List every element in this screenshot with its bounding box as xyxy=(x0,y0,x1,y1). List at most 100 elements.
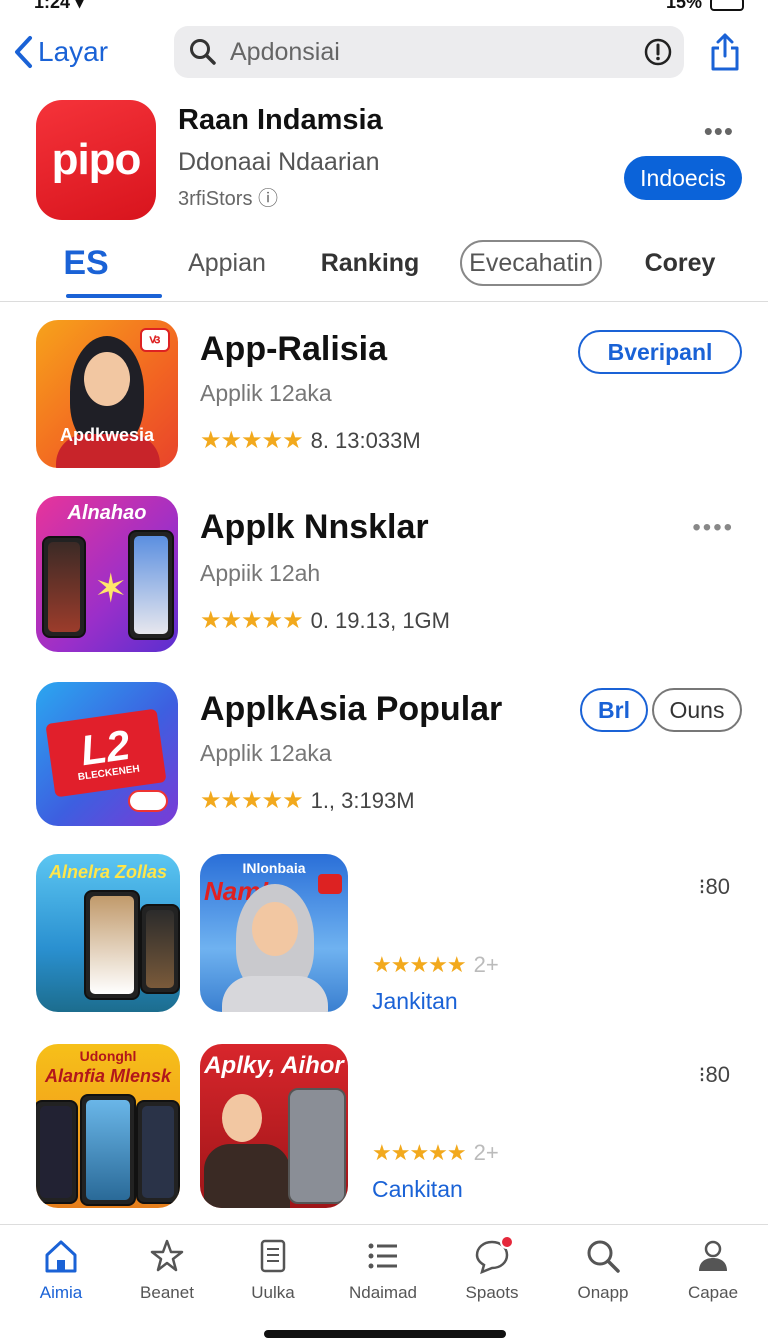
app-link[interactable]: Jankitan xyxy=(372,988,458,1015)
rating-stars: ★★★★★ xyxy=(372,1140,467,1165)
search-icon xyxy=(587,1240,620,1273)
more-options-icon[interactable]: •••• xyxy=(692,514,734,542)
logo-badge-icon xyxy=(128,790,168,812)
tabbar-label: Beanet xyxy=(140,1283,194,1302)
grid-row: Udonghl Alanfia Mlensk Aplky, Aihor ★★★★… xyxy=(0,1040,768,1212)
tabbar-label: Ndaimad xyxy=(348,1283,418,1302)
bottom-tab-bar: Aimia Beanet Uulka Ndaimad Spaots Onapp … xyxy=(0,1224,768,1344)
app-name: Applk Nnsklar xyxy=(200,508,429,546)
app-icon-text: L2 xyxy=(77,720,133,774)
app-meta: 0. 19.13, 1GM xyxy=(310,607,450,633)
active-tab-indicator xyxy=(66,294,162,298)
app-icon-text: Alnahao xyxy=(67,502,147,524)
tabbar-item-spaots[interactable]: Spaots xyxy=(442,1235,542,1303)
app-link[interactable]: Cankitan xyxy=(372,1176,463,1203)
search-icon xyxy=(190,39,216,65)
app-subtitle: Applik 12aka xyxy=(200,380,332,406)
tabbar-label: Onapp xyxy=(577,1283,629,1302)
info-icon: ⓘ xyxy=(258,188,279,210)
app-icon[interactable]: ꟃ Apdkwesia xyxy=(36,320,178,468)
app-icon[interactable]: Alnahao ✶ xyxy=(36,496,178,652)
chevron-left-icon xyxy=(15,36,32,68)
document-icon xyxy=(260,1239,286,1273)
app-rating: ★★★★★ 8. 13:033M xyxy=(200,426,421,455)
app-icon-text: Aplky, Aihor xyxy=(204,1052,344,1079)
rating-stars: ★★★★★ xyxy=(372,952,467,977)
app-name: ApplkAsia Popular xyxy=(200,690,503,728)
store-label: 3rfiStors xyxy=(178,188,253,210)
sparkle-icon: ✶ xyxy=(94,567,128,611)
speech-bubble-icon: ꟃ xyxy=(140,328,170,352)
more-options-icon[interactable]: ••• xyxy=(704,116,734,147)
rating-stars: ★★★★★ xyxy=(200,427,304,454)
tab-corey[interactable]: Corey xyxy=(642,240,718,286)
list-item[interactable]: Alnahao ✶ Applk Nnsklar Appiik 12ah ★★★★… xyxy=(0,496,768,654)
app-icon[interactable]: L2 BLECKENEH xyxy=(36,682,178,826)
app-rating: ★★★★★ 1., 3:193M xyxy=(200,786,415,815)
app-rating: ★★★★★ 2+ xyxy=(372,952,499,978)
list-item[interactable]: L2 BLECKENEH ApplkAsia Popular Applik 12… xyxy=(0,680,768,828)
app-icon[interactable]: Alnelra Zollas xyxy=(36,854,180,1012)
tabbar-label: Aimia xyxy=(39,1283,83,1302)
app-icon-text-2: Alanfia Mlensk xyxy=(44,1066,172,1086)
back-label: Layar xyxy=(38,36,109,67)
tab-appian[interactable]: Appian xyxy=(182,240,272,286)
star-badge-icon xyxy=(150,1239,184,1272)
app-icon[interactable]: Aplky, Aihor xyxy=(200,1044,348,1208)
get-button[interactable]: Bveripanl xyxy=(578,330,742,374)
header-app-store: 3rfiStors ⓘ xyxy=(178,182,278,211)
tabbar-item-capae[interactable]: Capae xyxy=(663,1237,763,1303)
battery-percent: 15% xyxy=(665,0,702,12)
tabbar-label: Capae xyxy=(687,1283,739,1302)
tabbar-item-uulka[interactable]: Uulka xyxy=(223,1237,323,1303)
rating-stars: ★★★★★ xyxy=(200,607,304,634)
status-time: 1:24 ▾ xyxy=(34,0,85,12)
app-meta: 1., 3:193M xyxy=(310,787,415,813)
status-bar: 1:24 ▾ 15% xyxy=(0,0,768,14)
list-item[interactable]: ꟃ Apdkwesia App-Ralisia Applik 12aka ★★★… xyxy=(0,318,768,474)
tabbar-item-home[interactable]: Aimia xyxy=(11,1237,111,1303)
tab-es[interactable]: ES xyxy=(62,240,110,286)
open-button[interactable]: Brl xyxy=(580,688,648,732)
phone-device-icon xyxy=(288,1088,346,1204)
app-name: App-Ralisia xyxy=(200,330,388,368)
home-indicator xyxy=(264,1330,506,1338)
share-icon[interactable] xyxy=(708,32,742,72)
battery-icon xyxy=(710,0,744,11)
rating-suffix: 2+ xyxy=(473,1140,499,1165)
app-subtitle: Applik 12aka xyxy=(200,740,332,766)
home-icon xyxy=(45,1240,77,1273)
rating-stars: ★★★★★ xyxy=(200,787,304,814)
rating-suffix: 2+ xyxy=(473,952,499,977)
grid-row: Alnelra Zollas INlonbaia Nam! ★★★★★ 2+ J… xyxy=(0,852,768,1018)
header-action-button[interactable]: Indoecis xyxy=(624,156,742,200)
search-input[interactable] xyxy=(230,37,610,67)
header-app-icon[interactable]: pipo xyxy=(36,100,156,220)
app-icon-text: Apdkwesia xyxy=(59,425,155,445)
tab-ranking[interactable]: Ranking xyxy=(318,240,422,286)
alert-icon[interactable] xyxy=(644,38,672,66)
list-icon xyxy=(368,1243,397,1269)
header-app-icon-text: pipo xyxy=(51,135,142,184)
status-right: 15% xyxy=(666,0,744,13)
tab-evecahatin[interactable]: Evecahatin xyxy=(460,240,602,286)
app-rating: ★★★★★ 2+ xyxy=(372,1140,499,1166)
app-meta: 8. 13:033M xyxy=(310,427,421,453)
app-icon[interactable]: INlonbaia Nam! xyxy=(200,854,348,1012)
tabbar-label: Spaots xyxy=(465,1283,519,1302)
app-subtitle: Appiik 12ah xyxy=(200,560,321,586)
header-app-title: Raan Indamsia xyxy=(178,104,383,136)
app-icon[interactable]: Udonghl Alanfia Mlensk xyxy=(36,1044,180,1208)
header-app-subtitle: Ddonaai Ndaarian xyxy=(178,148,380,176)
person-icon xyxy=(699,1240,727,1271)
back-button[interactable]: Layar xyxy=(12,30,108,74)
badge-icon xyxy=(318,874,342,894)
app-icon-text: Udonghl xyxy=(79,1048,137,1064)
options-button[interactable]: Ouns xyxy=(652,688,742,732)
search-bar[interactable] xyxy=(174,26,684,78)
tabbar-item-beanet[interactable]: Beanet xyxy=(117,1237,217,1303)
tabbar-label: Uulka xyxy=(251,1283,295,1302)
tabbar-item-ndaimad[interactable]: Ndaimad xyxy=(333,1237,433,1303)
tabbar-item-onapp[interactable]: Onapp xyxy=(553,1237,653,1303)
app-icon-text: Alnelra Zollas xyxy=(48,862,168,882)
